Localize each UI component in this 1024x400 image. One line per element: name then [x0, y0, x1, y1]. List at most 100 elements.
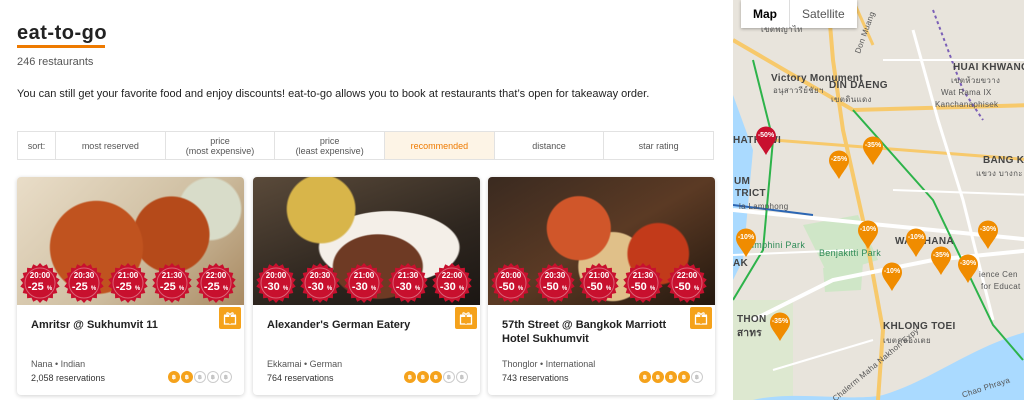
- slot-discount: -30 %: [432, 281, 472, 293]
- slot-time: 22:00: [441, 271, 463, 280]
- sort-price-most-expensive[interactable]: price (most expensive): [166, 132, 276, 159]
- slot-discount-unit: %: [222, 286, 229, 292]
- slot-time: 20:30: [73, 271, 95, 280]
- sort-recommended[interactable]: recommended: [385, 132, 495, 159]
- price-level-dot: ฿: [639, 371, 651, 383]
- slot-discount: -25 %: [64, 281, 104, 293]
- restaurant-card[interactable]: 20:00 -30 % 20:30 -30 % 21:00 -30 % 21:30 -30 %…: [253, 177, 480, 395]
- slot-discount: -25 %: [108, 281, 148, 293]
- time-slot-badge[interactable]: 21:30 -25 %: [152, 263, 192, 303]
- map-place-label: เขตห้วยขวาง: [951, 76, 1001, 85]
- map-pin-icon[interactable]: -30%: [957, 254, 979, 284]
- slot-discount: -25 %: [20, 281, 60, 293]
- map-pin-discount: -50%: [757, 132, 775, 139]
- time-slot-badge[interactable]: 21:00 -25 %: [108, 263, 148, 303]
- time-slot-badge[interactable]: 22:00 -25 %: [196, 263, 236, 303]
- map-place-label: สาทร: [737, 328, 762, 339]
- restaurant-area-cuisine: Nana • Indian: [31, 359, 86, 369]
- price-level-dot: ฿: [417, 371, 429, 383]
- map-pin-icon[interactable]: -10%: [857, 220, 879, 250]
- map-pin-discount: -10%: [737, 234, 755, 241]
- slot-discount-value: -25: [27, 281, 44, 293]
- slot-discount-value: -25: [71, 281, 88, 293]
- slot-discount: -50 %: [667, 281, 707, 293]
- gift-icon[interactable]: [455, 307, 477, 329]
- time-slot-badge[interactable]: 21:00 -50 %: [579, 263, 619, 303]
- slot-discount-unit: %: [178, 286, 185, 292]
- slot-discount-unit: %: [517, 286, 524, 292]
- map-place-label: แขวง บางกะ: [976, 169, 1023, 178]
- time-slot-badge[interactable]: 21:30 -50 %: [623, 263, 663, 303]
- slot-discount-value: -50: [586, 281, 603, 293]
- map-place-label: la Lamphong: [739, 202, 789, 211]
- slot-discount-unit: %: [414, 286, 421, 292]
- map-pin-icon[interactable]: -35%: [769, 312, 791, 342]
- slot-discount: -30 %: [300, 281, 340, 293]
- slot-discount-value: -50: [674, 281, 691, 293]
- map-pin-icon[interactable]: -10%: [881, 262, 903, 292]
- map-pin-discount: -30%: [959, 260, 977, 267]
- slot-discount-unit: %: [458, 286, 465, 292]
- restaurant-card[interactable]: 20:00 -25 % 20:30 -25 % 21:00 -25 % 21:30 -25 %…: [17, 177, 244, 395]
- price-level-dot: ฿: [404, 371, 416, 383]
- map-pin-icon[interactable]: -35%: [862, 136, 884, 166]
- time-slot-badge[interactable]: 20:00 -50 %: [491, 263, 531, 303]
- map-pin-icon[interactable]: -25%: [828, 150, 850, 180]
- restaurant-area-cuisine: Ekkamai • German: [267, 359, 343, 369]
- gift-icon[interactable]: [690, 307, 712, 329]
- time-slot-badge[interactable]: 20:00 -30 %: [256, 263, 296, 303]
- time-slot-badge[interactable]: 22:00 -50 %: [667, 263, 707, 303]
- map-place-label: เขตดินแดง: [831, 95, 872, 104]
- map-place-label: Wat Rama IX: [941, 88, 992, 97]
- slot-discount-value: -30: [351, 281, 368, 293]
- sort-bar: sort: most reserved price (most expensive…: [17, 131, 714, 160]
- time-slot-badge[interactable]: 20:00 -25 %: [20, 263, 60, 303]
- slot-discount-value: -30: [263, 281, 280, 293]
- title-underline: [17, 45, 105, 48]
- time-slot-badge[interactable]: 21:00 -30 %: [344, 263, 384, 303]
- restaurant-name[interactable]: Amritsr @ Sukhumvit 11: [31, 318, 206, 332]
- slot-time: 22:00: [205, 271, 227, 280]
- slot-time: 21:30: [632, 271, 654, 280]
- price-level-dot: ฿: [456, 371, 468, 383]
- slot-time: 20:00: [265, 271, 287, 280]
- slot-discount: -50 %: [491, 281, 531, 293]
- intro-text: You can still get your favorite food and…: [17, 88, 650, 100]
- map-place-label: for Educat: [981, 282, 1021, 291]
- price-level-dot: ฿: [665, 371, 677, 383]
- restaurant-count: 246 restaurants: [17, 56, 94, 68]
- map-pin-discount: -10%: [883, 268, 901, 275]
- price-level-dot: ฿: [207, 371, 219, 383]
- reservation-count: 2,058 reservations: [31, 373, 106, 383]
- time-slot-badge[interactable]: 22:00 -30 %: [432, 263, 472, 303]
- map-panel[interactable]: Map Satellite เขตพญาไท Victory Monument อน…: [733, 0, 1024, 400]
- map-pin-discount: -35%: [771, 318, 789, 325]
- map-place-label: Kanchanaphisek: [935, 100, 999, 109]
- slot-discount-value: -25: [115, 281, 132, 293]
- time-slot-badge[interactable]: 20:30 -30 %: [300, 263, 340, 303]
- restaurant-name[interactable]: 57th Street @ Bangkok Marriott Hotel Suk…: [502, 318, 677, 346]
- restaurant-card[interactable]: 20:00 -50 % 20:30 -50 % 21:00 -50 % 21:30 -50 %…: [488, 177, 715, 395]
- gift-icon[interactable]: [219, 307, 241, 329]
- price-level-dot: ฿: [194, 371, 206, 383]
- sort-most-reserved[interactable]: most reserved: [56, 132, 166, 159]
- slot-discount: -50 %: [579, 281, 619, 293]
- map-pin-discount: -25%: [830, 156, 848, 163]
- map-pin-icon[interactable]: -50%: [755, 126, 777, 156]
- sort-price-least-expensive[interactable]: price (least expensive): [275, 132, 386, 159]
- map-pin-icon[interactable]: -10%: [735, 228, 757, 258]
- map-pin-icon[interactable]: -10%: [905, 228, 927, 258]
- slot-discount-value: -50: [542, 281, 559, 293]
- map-place-label: อนุสาวรีย์ชัยฯ: [773, 86, 824, 95]
- time-slot-badge[interactable]: 20:30 -50 %: [535, 263, 575, 303]
- sort-star-rating[interactable]: star rating: [604, 132, 713, 159]
- map-pin-icon[interactable]: -30%: [977, 220, 999, 250]
- restaurant-name[interactable]: Alexander's German Eatery: [267, 318, 442, 332]
- sort-distance[interactable]: distance: [495, 132, 605, 159]
- slot-discount-value: -30: [307, 281, 324, 293]
- slot-time: 21:00: [117, 271, 139, 280]
- time-slot-badge[interactable]: 21:30 -30 %: [388, 263, 428, 303]
- time-slot-badge[interactable]: 20:30 -25 %: [64, 263, 104, 303]
- map-pin-icon[interactable]: -35%: [930, 246, 952, 276]
- slot-discount-value: -30: [395, 281, 412, 293]
